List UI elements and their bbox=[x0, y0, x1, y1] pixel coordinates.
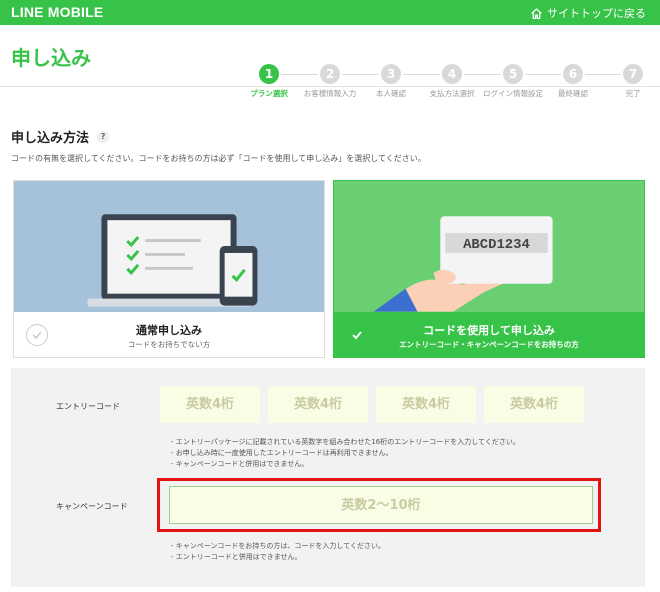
step-1: 1 プラン選択 bbox=[234, 64, 304, 99]
option-subtitle: コードをお持ちでない方 bbox=[127, 340, 211, 349]
devices-illustration bbox=[14, 181, 324, 312]
page-header: 申し込み 1 プラン選択 2 お客様情報入力 3 本人確認 4 支払方法選択 5 ログイン情報設定… bbox=[0, 25, 660, 98]
step-3: 3 本人確認 bbox=[356, 64, 426, 99]
note-line: - エントリーパッケージに記載されている英数字を組み合わせた16桁のエントリーコ… bbox=[171, 438, 520, 446]
option-normal-application[interactable]: 通常申し込み コードをお持ちでない方 bbox=[13, 180, 325, 358]
home-icon bbox=[531, 7, 542, 19]
step-number: 5 bbox=[503, 64, 523, 84]
site-top-link[interactable]: サイトトップに戻る bbox=[530, 5, 646, 21]
campaign-code-label: キャンペーンコード bbox=[56, 502, 128, 511]
step-number: 6 bbox=[563, 64, 583, 84]
option-code-application[interactable]: ABCD1234 コードを使用して申し込み エントリーコード・キャンペーンコード… bbox=[333, 180, 645, 358]
step-number: 4 bbox=[442, 64, 462, 84]
note-line: - お申し込み時に一度使用したエントリーコードは再利用できません。 bbox=[171, 449, 393, 457]
step-label: 支払方法選択 bbox=[429, 89, 475, 98]
top-bar: LINE MOBILE サイトトップに戻る bbox=[0, 0, 660, 25]
entry-code-input-4[interactable] bbox=[484, 386, 584, 423]
step-number: 7 bbox=[623, 64, 643, 84]
step-number: 2 bbox=[320, 64, 340, 84]
progress-steps: 1 プラン選択 2 お客様情報入力 3 本人確認 4 支払方法選択 5 ログイン情報設定 6 最終確認… bbox=[0, 64, 660, 104]
step-number: 3 bbox=[381, 64, 401, 84]
step-label: プラン選択 bbox=[250, 89, 288, 98]
option-title: コードを使用して申し込み bbox=[423, 324, 555, 337]
help-icon[interactable]: ? bbox=[97, 130, 110, 143]
code-entry-panel: エントリーコード - エントリーパッケージに記載されている英数字を組み合わせた1… bbox=[11, 368, 645, 587]
step-label: 完了 bbox=[625, 89, 641, 98]
section-title-text: 申し込み方法 bbox=[11, 131, 90, 146]
entry-code-notes: - エントリーパッケージに記載されている英数字を組み合わせた16桁のエントリーコ… bbox=[171, 437, 520, 470]
entry-code-input-1[interactable] bbox=[160, 386, 260, 423]
code-card-illustration: ABCD1234 bbox=[334, 181, 644, 312]
entry-code-input-3[interactable] bbox=[376, 386, 476, 423]
entry-code-label: エントリーコード bbox=[56, 402, 120, 411]
note-line: - キャンペーンコードをお持ちの方は、コードを入力してください。 bbox=[171, 542, 385, 550]
step-7: 7 完了 bbox=[598, 64, 660, 99]
site-top-label: サイトトップに戻る bbox=[547, 7, 646, 20]
entry-code-input-2[interactable] bbox=[268, 386, 368, 423]
step-2: 2 お客様情報入力 bbox=[295, 64, 365, 99]
campaign-code-input[interactable] bbox=[169, 486, 593, 524]
note-line: - キャンペーンコードと併用はできません。 bbox=[171, 460, 309, 468]
section-title: 申し込み方法 ? bbox=[11, 127, 110, 146]
campaign-code-notes: - キャンペーンコードをお持ちの方は、コードを入力してください。 - エントリー… bbox=[171, 541, 385, 563]
section-description: コードの有無を選択してください。コードをお持ちの方は必ず「コードを使用して申し込… bbox=[11, 154, 426, 163]
step-label: お客様情報入力 bbox=[303, 89, 357, 98]
option-subtitle: エントリーコード・キャンペーンコードをお持ちの方 bbox=[399, 340, 579, 349]
step-number: 1 bbox=[259, 64, 279, 84]
option-title: 通常申し込み bbox=[136, 324, 202, 337]
brand-logo[interactable]: LINE MOBILE bbox=[11, 4, 103, 20]
note-line: - エントリーコードと併用はできません。 bbox=[171, 553, 302, 561]
sample-code-text: ABCD1234 bbox=[463, 237, 530, 253]
step-4: 4 支払方法選択 bbox=[417, 64, 487, 99]
step-label: 本人確認 bbox=[376, 89, 406, 98]
